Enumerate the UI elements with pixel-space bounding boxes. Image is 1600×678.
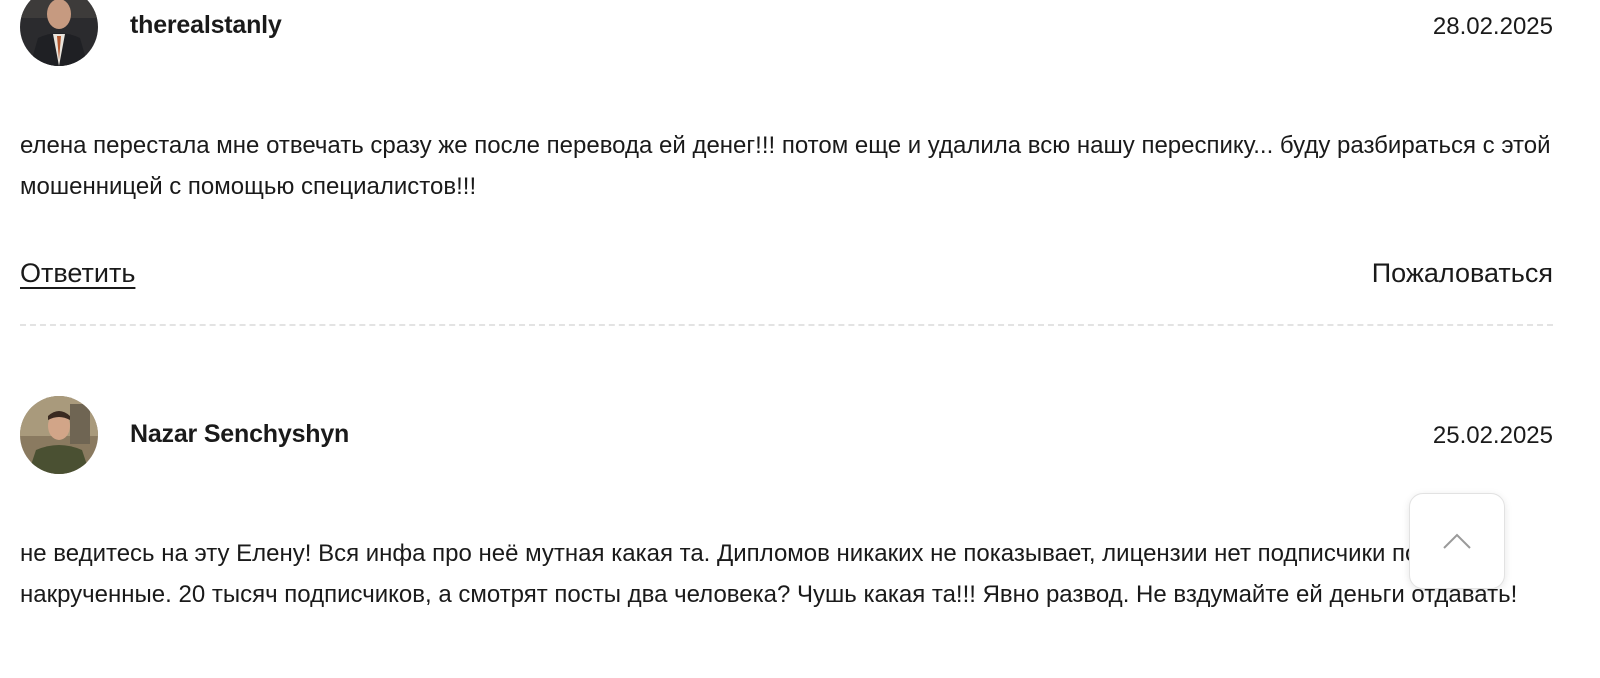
chevron-up-icon — [1443, 533, 1471, 549]
scroll-to-top-button[interactable] — [1409, 493, 1505, 589]
comment-text: не ведитесь на эту Елену! Вся инфа про н… — [20, 540, 1518, 608]
comment-item: Nazar Senchyshyn 25.02.2025 не ведитесь … — [20, 0, 1553, 678]
avatar[interactable] — [20, 396, 98, 474]
comment-author[interactable]: Nazar Senchyshyn — [130, 420, 349, 449]
comment-date: 25.02.2025 — [1432, 422, 1553, 449]
avatar-image — [20, 396, 98, 474]
